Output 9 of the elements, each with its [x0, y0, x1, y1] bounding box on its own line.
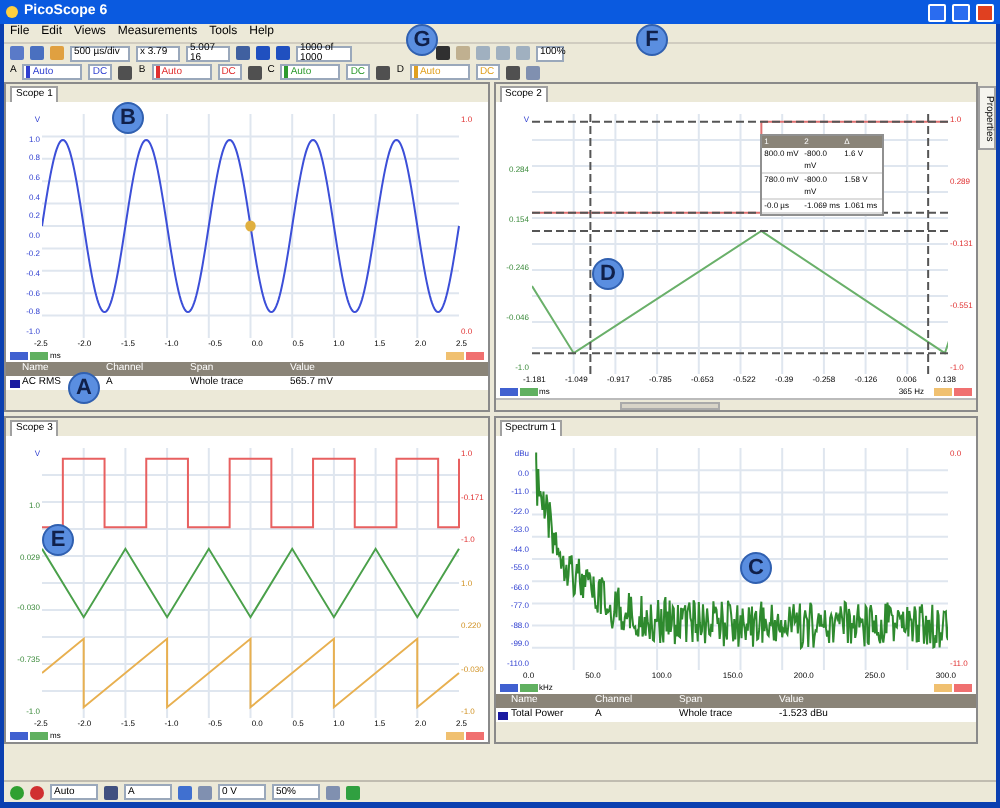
minimize-button[interactable]	[928, 3, 946, 21]
start-button[interactable]	[10, 785, 24, 799]
trigger-marker-icon[interactable]	[245, 220, 256, 232]
scroll-bar[interactable]	[495, 398, 976, 410]
stop-button[interactable]	[30, 785, 44, 799]
maximize-button[interactable]	[952, 3, 970, 21]
app-icon	[6, 6, 18, 18]
cursor-lines-drawing[interactable]	[531, 114, 948, 374]
close-button[interactable]	[976, 3, 994, 21]
